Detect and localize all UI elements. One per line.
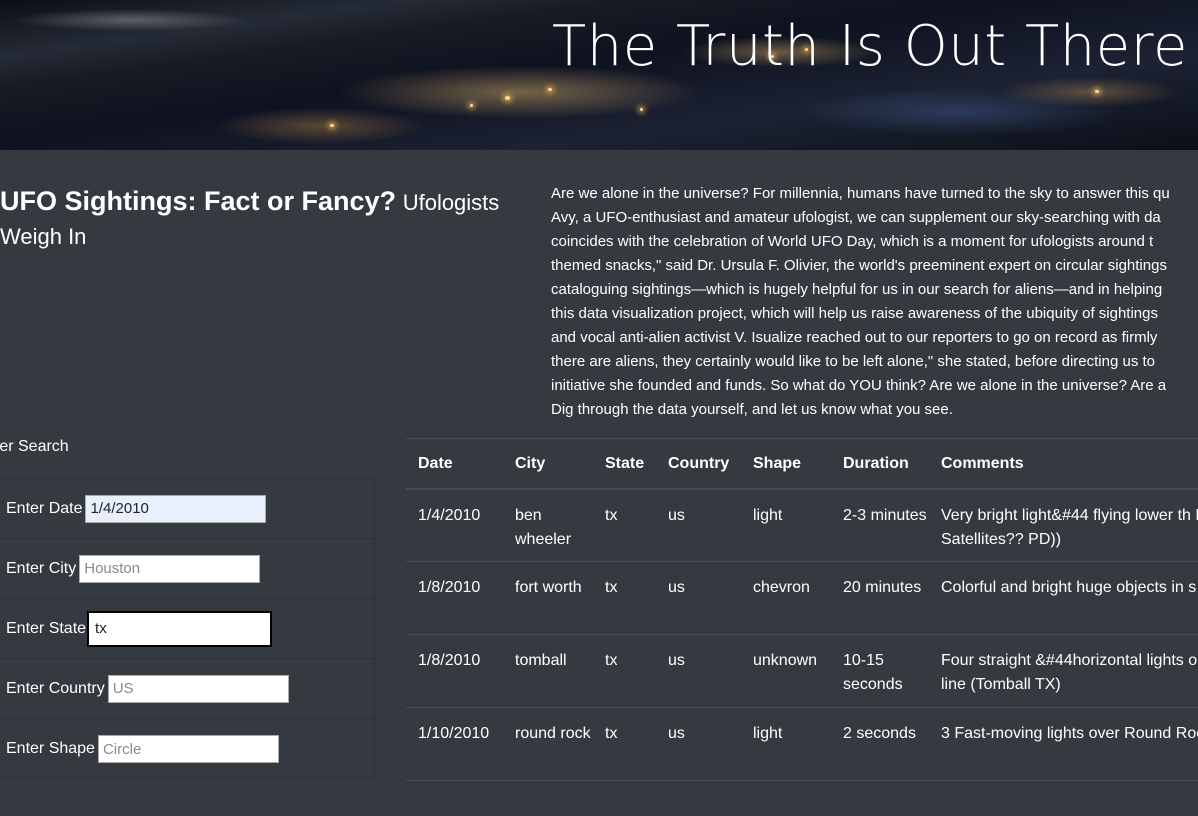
shape-input[interactable] xyxy=(97,735,279,763)
state-input[interactable] xyxy=(87,610,273,647)
city-input[interactable] xyxy=(79,554,261,583)
article-line: Dig through the data yourself, and let u… xyxy=(551,401,953,418)
city-label: Enter City xyxy=(6,559,77,577)
country-label: Enter Country xyxy=(6,679,105,697)
cell-state: tx xyxy=(605,506,618,524)
headline-main: UFO Sightings: Fact or Fancy? xyxy=(0,186,397,216)
cell-city: ben wheeler xyxy=(515,506,572,548)
date-input[interactable] xyxy=(85,494,267,523)
article-line: Avy, a UFO-enthusiast and amateur ufolog… xyxy=(551,209,1161,226)
article-body: Are we alone in the universe? For millen… xyxy=(551,182,1198,422)
cell-country: us xyxy=(668,579,685,596)
article-line: this data visualization project, which w… xyxy=(551,305,1158,322)
table-row: 1/8/2010 fort worth tx us chevron 20 min… xyxy=(406,562,1198,635)
cell-date: 1/8/2010 xyxy=(418,579,481,596)
table-row: 1/8/2010 tomball tx us unknown 10-15 sec… xyxy=(406,635,1198,708)
banner-title: The Truth Is Out There xyxy=(552,14,1188,79)
filter-city: Enter City xyxy=(0,539,374,599)
shape-label: Enter Shape xyxy=(6,740,95,757)
cell-comments: Four straight &#44horizontal lights o ab… xyxy=(941,652,1198,693)
cell-shape: unknown xyxy=(753,652,818,669)
article-line: Are we alone in the universe? For millen… xyxy=(551,185,1170,202)
filter-list: Enter Date Enter City Enter State Enter … xyxy=(0,478,375,778)
cell-state: tx xyxy=(605,725,618,742)
column-header-comments: Comments xyxy=(941,455,1024,472)
cell-country: us xyxy=(668,725,685,742)
article-headline: UFO Sightings: Fact or Fancy? Ufologists… xyxy=(0,184,500,254)
article-line: themed snacks," said Dr. Ursula F. Olivi… xyxy=(551,257,1167,274)
filter-search-heading: Filter Search xyxy=(0,438,69,455)
column-header-date: Date xyxy=(418,455,453,472)
cell-comments: Colorful and bright huge objects in s xyxy=(941,579,1197,596)
cell-city: tomball xyxy=(515,652,567,669)
cell-duration: 2 seconds xyxy=(843,725,916,742)
cell-date: 1/4/2010 xyxy=(418,506,481,524)
cell-date: 1/10/2010 xyxy=(418,725,490,742)
cell-duration: 10-15 seconds xyxy=(843,652,903,693)
ufo-table-container: Date City State Country Shape Duration C… xyxy=(406,438,1198,781)
table-row: 1/4/2010 ben wheeler tx us light 2-3 min… xyxy=(406,489,1198,562)
cell-city: round rock xyxy=(515,725,591,742)
cell-date: 1/8/2010 xyxy=(418,652,481,669)
article-line: initiative she founded and funds. So wha… xyxy=(551,377,1167,394)
cell-duration: 20 minutes xyxy=(843,579,922,596)
cell-comments: 3 Fast-moving lights over Round Roc xyxy=(941,725,1198,742)
filter-state: Enter State xyxy=(0,599,374,659)
column-header-city: City xyxy=(515,455,546,472)
cell-country: us xyxy=(668,652,685,669)
article-line: there are aliens, they certainly would l… xyxy=(551,353,1156,370)
cell-shape: chevron xyxy=(753,579,810,596)
filter-shape: Enter Shape xyxy=(0,719,374,779)
cell-shape: light xyxy=(753,506,783,524)
cell-shape: light xyxy=(753,725,783,742)
cell-city: fort worth xyxy=(515,579,582,596)
article-line: and vocal anti-alien activist V. Isualiz… xyxy=(551,329,1158,346)
filter-country: Enter Country xyxy=(0,659,374,719)
header-banner: The Truth Is Out There xyxy=(0,0,1198,150)
article-line: coincides with the celebration of World … xyxy=(551,233,1154,250)
cell-country: us xyxy=(668,506,685,524)
table-row: 1/10/2010 round rock tx us light 2 secon… xyxy=(406,708,1198,781)
article-line: cataloguing sightings—which is hugely he… xyxy=(551,281,1163,298)
column-header-duration: Duration xyxy=(843,455,909,472)
column-header-shape: Shape xyxy=(753,455,802,472)
state-label: Enter State xyxy=(6,619,87,637)
cell-state: tx xyxy=(605,652,618,669)
filter-date: Enter Date xyxy=(0,479,374,539)
table-header-row: Date City State Country Shape Duration C… xyxy=(406,438,1198,489)
column-header-country: Country xyxy=(668,455,730,472)
column-header-state: State xyxy=(605,455,645,472)
cell-comments: Very bright light&#44 flying lower th No… xyxy=(941,506,1198,548)
ufo-sightings-table: Date City State Country Shape Duration C… xyxy=(406,438,1198,781)
country-input[interactable] xyxy=(107,674,289,703)
date-label: Enter Date xyxy=(6,499,83,517)
cell-state: tx xyxy=(605,579,618,596)
cell-duration: 2-3 minutes xyxy=(843,506,927,524)
